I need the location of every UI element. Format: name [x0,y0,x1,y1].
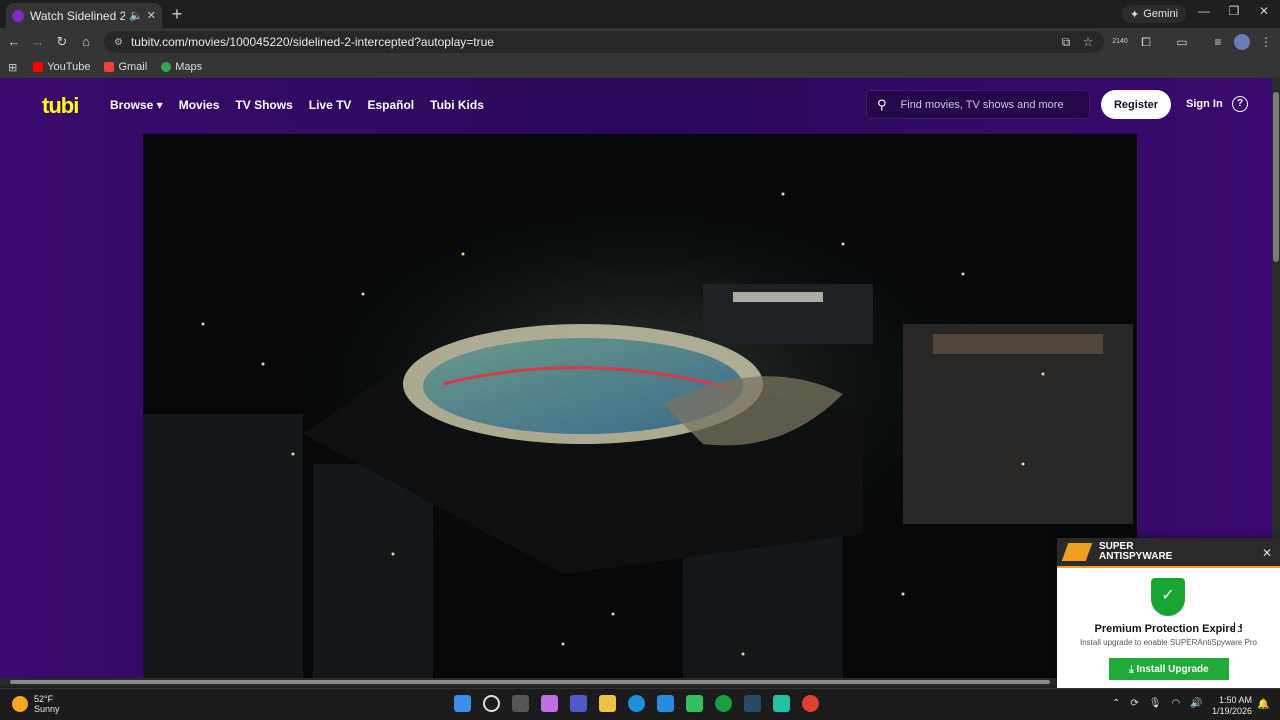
maps-icon [161,62,172,72]
sign-in-link[interactable]: Sign In [1186,98,1223,110]
chrome-icon[interactable] [802,695,819,712]
gemini-button[interactable]: ✦ Gemini [1122,5,1187,23]
profile-avatar[interactable] [1234,34,1250,50]
mic-icon[interactable]: 🎙 [1149,698,1162,709]
brand-line-2: ANTISPYWARE [1099,551,1173,562]
clock-date: 1/19/2026 [1211,706,1252,716]
forward-icon[interactable]: → [30,34,46,49]
bookmarks-bar: ⊞ YouTube Gmail Maps [0,56,1280,78]
home-icon[interactable]: ⌂ [78,34,94,49]
speaker-icon[interactable]: 🔈 [129,9,143,22]
kick-icon[interactable] [686,695,703,712]
app-icon[interactable] [773,695,790,712]
shield-check-icon: ✓ [1151,578,1185,616]
nav-espanol[interactable]: Español [367,98,414,112]
sync-icon[interactable]: ⟳ [1130,698,1138,709]
popup-close-icon[interactable]: ✕ [1262,546,1272,560]
sun-icon [12,696,28,712]
sparkle-icon: ✦ [1130,8,1140,21]
gmail-icon [104,62,115,72]
close-window-icon[interactable]: ✕ [1254,4,1274,18]
scroll-thumb[interactable] [1273,92,1279,262]
minimize-icon[interactable]: — [1194,4,1214,18]
nav-tv-shows[interactable]: TV Shows [235,98,292,112]
weather-condition: Sunny [34,704,60,714]
bookmark-label: Maps [175,61,203,73]
notification-bell-icon[interactable]: 🔔 [1257,699,1269,710]
extensions-icon[interactable]: ⧠ [1138,35,1154,50]
extension-badge[interactable]: 2140 [1108,38,1132,45]
tab-close-icon[interactable]: ✕ [147,9,156,22]
sidepanel-icon[interactable]: ▭ [1174,35,1190,49]
url-text: tubitv.com/movies/100045220/sidelined-2-… [130,35,494,49]
start-icon[interactable] [454,695,471,712]
address-bar[interactable]: ⚙ tubitv.com/movies/100045220/sidelined-… [104,31,1104,53]
media-icon[interactable]: ≡ [1210,35,1226,49]
site-header: tubi Browse ▾ Movies TV Shows Live TV Es… [0,78,1272,132]
popup-subtitle: Install upgrade to enable SUPERAntiSpywa… [1080,638,1257,647]
stadium-video-frame [143,134,1137,682]
site-info-icon[interactable]: ⚙ [114,37,123,48]
xbox-icon[interactable] [715,695,732,712]
reload-icon[interactable]: ↻ [54,34,70,50]
superantispyware-logo-icon [1061,543,1093,561]
taskbar-apps [454,695,819,712]
tubi-logo[interactable]: tubi [42,93,79,119]
popup-title: Premium Protection Expired [1094,623,1243,635]
register-button[interactable]: Register [1101,90,1171,119]
browser-tab-strip: Watch Sidelined 2: Intercep 🔈 ✕ + ✦ Gemi… [0,0,1280,28]
search-taskbar-icon[interactable] [483,695,500,712]
antispyware-popup: SUPER ANTISPYWARE ✕ ✓ Premium Protection… [1057,538,1280,688]
youtube-icon [33,62,44,72]
main-nav: Browse ▾ Movies TV Shows Live TV Español… [110,98,484,112]
nav-tubi-kids[interactable]: Tubi Kids [430,98,484,112]
gemini-label: Gemini [1143,8,1179,20]
clock-time: 1:50 AM [1218,695,1252,705]
search-box[interactable]: ⚲ Find movies, TV shows and more [866,90,1090,119]
chevron-up-icon[interactable]: ⌃ [1112,698,1120,709]
tubi-favicon-icon [12,9,24,22]
nav-movies[interactable]: Movies [179,98,220,112]
search-placeholder: Find movies, TV shows and more [900,98,1064,111]
weather-widget[interactable]: 52°F Sunny [12,694,60,714]
weather-temp: 52°F [34,694,54,704]
clock[interactable]: 1:50 AM 1/19/2026 [1200,695,1252,717]
system-tray: ⌃ ⟳ 🎙 ◠ 🔊 [1112,698,1203,709]
video-player[interactable] [143,134,1137,682]
install-upgrade-label: Install Upgrade [1136,663,1209,675]
menu-icon[interactable]: ⋮ [1258,35,1274,49]
restore-icon[interactable]: ❐ [1224,4,1244,18]
apps-grid-icon[interactable]: ⊞ [8,61,17,74]
bookmark-star-icon[interactable]: ☆ [1080,35,1096,49]
new-tab-button[interactable]: + [168,4,186,25]
install-upgrade-button[interactable]: ⤓ Install Upgrade [1109,658,1229,680]
popup-brand: SUPER ANTISPYWARE [1099,542,1172,562]
task-view-icon[interactable] [512,695,529,712]
install-app-icon[interactable]: ⧉ [1058,35,1074,50]
bookmark-label: Gmail [118,61,148,73]
steam-icon[interactable] [744,695,761,712]
copilot-icon[interactable] [541,695,558,712]
bookmark-maps[interactable]: Maps [161,61,202,73]
horizontal-scrollbar[interactable] [0,678,1060,686]
nav-browse[interactable]: Browse ▾ [110,98,163,112]
browser-tab[interactable]: Watch Sidelined 2: Intercep 🔈 ✕ [6,3,162,28]
bookmark-label: YouTube [47,61,91,73]
edge-icon[interactable] [628,695,645,712]
tab-title: Watch Sidelined 2: Intercep [30,8,126,23]
back-icon[interactable]: ← [6,34,22,49]
popup-header: SUPER ANTISPYWARE [1057,538,1280,568]
browser-toolbar: ← → ↻ ⌂ ⚙ tubitv.com/movies/100045220/si… [0,28,1280,56]
bookmark-gmail[interactable]: Gmail [104,61,147,73]
scroll-thumb-h[interactable] [10,680,1050,684]
help-icon[interactable]: ? [1232,96,1248,112]
wifi-icon[interactable]: ◠ [1171,698,1180,709]
mail-icon[interactable] [657,695,674,712]
file-explorer-icon[interactable] [599,695,616,712]
nav-live-tv[interactable]: Live TV [309,98,352,112]
bookmark-youtube[interactable]: YouTube [33,61,90,73]
teams-icon[interactable] [570,695,587,712]
windows-taskbar: 52°F Sunny ⌃ ⟳ 🎙 ◠ 🔊 1:50 AM 1/19/2026 🔔 [0,688,1280,720]
search-icon: ⚲ [877,96,887,112]
